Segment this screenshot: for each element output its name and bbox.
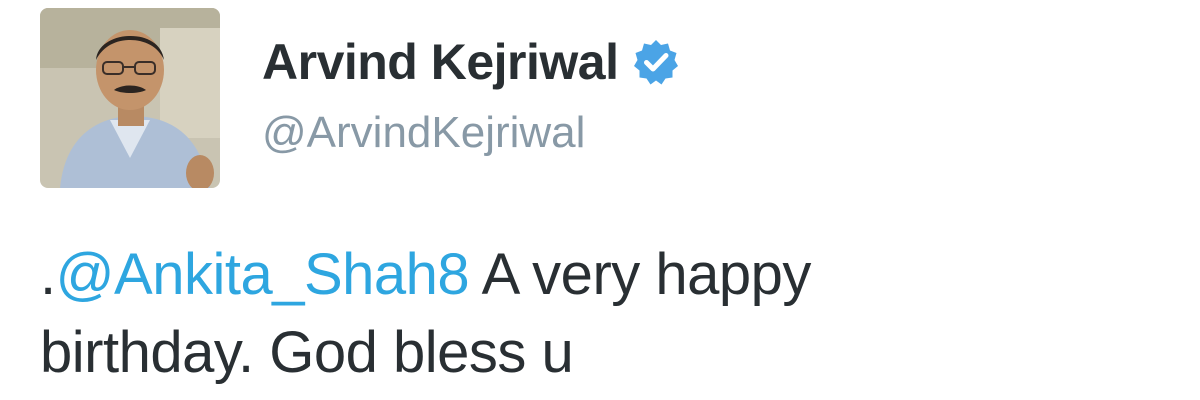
profile-avatar[interactable] [40, 8, 220, 188]
name-row: Arvind Kejriwal [262, 30, 681, 94]
tweet-line-1-text: A very happy [469, 242, 812, 307]
display-name[interactable]: Arvind Kejriwal [262, 33, 619, 91]
verified-badge-icon [631, 37, 681, 87]
tweet-line-1: .@Ankita_Shah8 A very happy [40, 236, 1160, 314]
mention-link[interactable]: @Ankita_Shah8 [56, 242, 470, 307]
tweet-card: Arvind Kejriwal @ArvindKejriwal .@Ankita… [0, 0, 1200, 400]
tweet-text: .@Ankita_Shah8 A very happy birthday. Go… [40, 236, 1160, 392]
tweet-line-2: birthday. God bless u [40, 320, 574, 385]
avatar-photo-icon [40, 8, 220, 188]
user-info: Arvind Kejriwal @ArvindKejriwal [262, 30, 681, 158]
tweet-prefix: . [40, 242, 56, 307]
user-handle[interactable]: @ArvindKejriwal [262, 108, 681, 158]
